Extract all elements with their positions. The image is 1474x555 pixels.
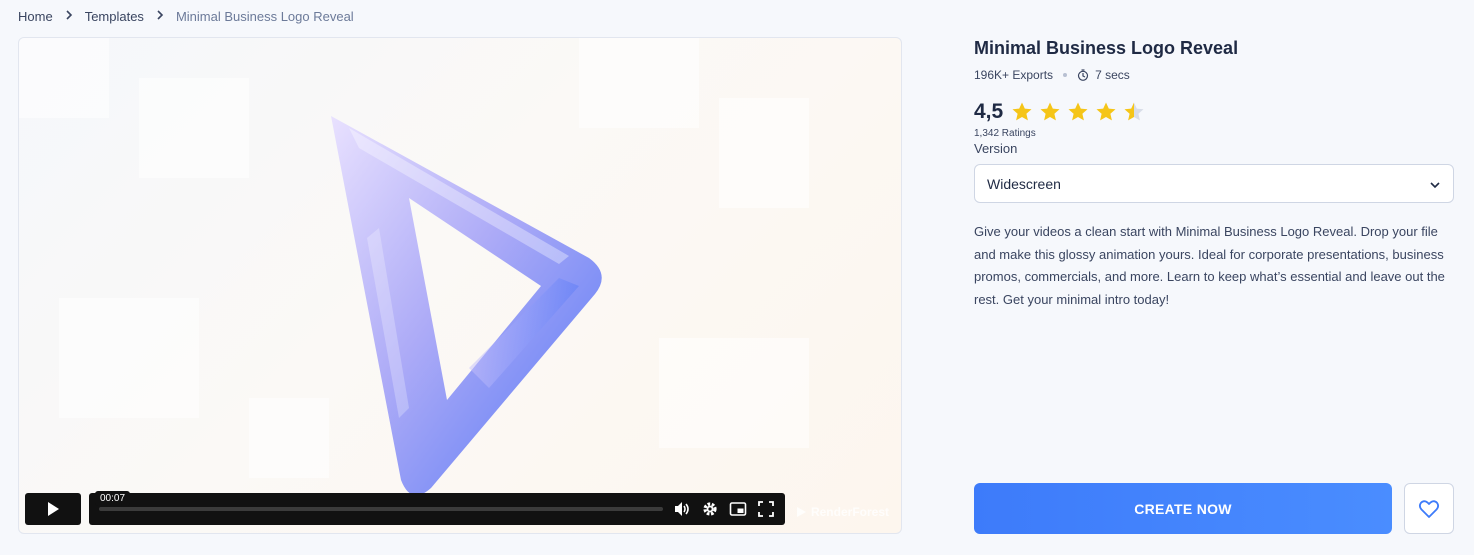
play-button[interactable]: [25, 493, 81, 525]
logo-preview: [331, 116, 602, 496]
breadcrumb-templates[interactable]: Templates: [85, 9, 144, 24]
chevron-right-icon: [65, 9, 73, 23]
rating-stars: [1011, 101, 1145, 123]
ratings-count: 1,342 Ratings: [974, 128, 1036, 139]
export-count: 196K+ Exports: [974, 68, 1054, 82]
rating-value: 4,5: [974, 100, 1004, 123]
breadcrumb-current: Minimal Business Logo Reveal: [175, 8, 354, 24]
current-time: 00:07: [95, 491, 131, 506]
player-controls: 00:07: [25, 491, 785, 525]
star-icon: [1012, 102, 1032, 121]
favorite-button[interactable]: [1404, 483, 1454, 534]
pip-icon[interactable]: [729, 500, 747, 518]
gear-icon[interactable]: [701, 500, 719, 518]
timer-icon: [1077, 69, 1089, 81]
product-description: Give your videos a clean start with Mini…: [974, 224, 1445, 307]
rating-row: 4,5: [974, 100, 1454, 124]
star-icon: [1040, 102, 1060, 121]
volume-icon[interactable]: [673, 500, 691, 518]
product-info: Minimal Business Logo Reveal 196K+ Expor…: [974, 36, 1454, 311]
play-icon: [48, 502, 59, 516]
version-select[interactable]: Widescreen: [974, 164, 1454, 203]
control-bar: 00:07: [89, 491, 785, 525]
star-icon: [1096, 102, 1116, 121]
version-label: Version: [974, 141, 1018, 156]
meta-separator: [1063, 73, 1068, 77]
chevron-right-icon: [156, 9, 164, 23]
star-icon: [1068, 102, 1088, 121]
heart-icon: [1418, 499, 1440, 518]
breadcrumb: Home Templates Minimal Business Logo Rev…: [18, 8, 354, 24]
product-title: Minimal Business Logo Reveal: [974, 38, 1239, 58]
duration: 7 secs: [1095, 68, 1130, 82]
progress-track[interactable]: 00:07: [95, 491, 663, 511]
video-player[interactable]: 00:07 RenderForest: [18, 37, 902, 534]
fullscreen-icon[interactable]: [757, 500, 775, 518]
watermark-logo-icon: [796, 507, 806, 517]
create-now-button[interactable]: CREATE NOW: [974, 483, 1392, 534]
star-icon: [1124, 102, 1144, 121]
chevron-down-icon: [1429, 176, 1441, 192]
watermark: RenderForest: [795, 505, 889, 519]
version-selected: Widescreen: [987, 175, 1061, 192]
breadcrumb-home[interactable]: Home: [18, 9, 53, 24]
watermark-text: RenderForest: [810, 505, 889, 519]
product-meta: 196K+ Exports 7 secs: [974, 68, 1454, 82]
